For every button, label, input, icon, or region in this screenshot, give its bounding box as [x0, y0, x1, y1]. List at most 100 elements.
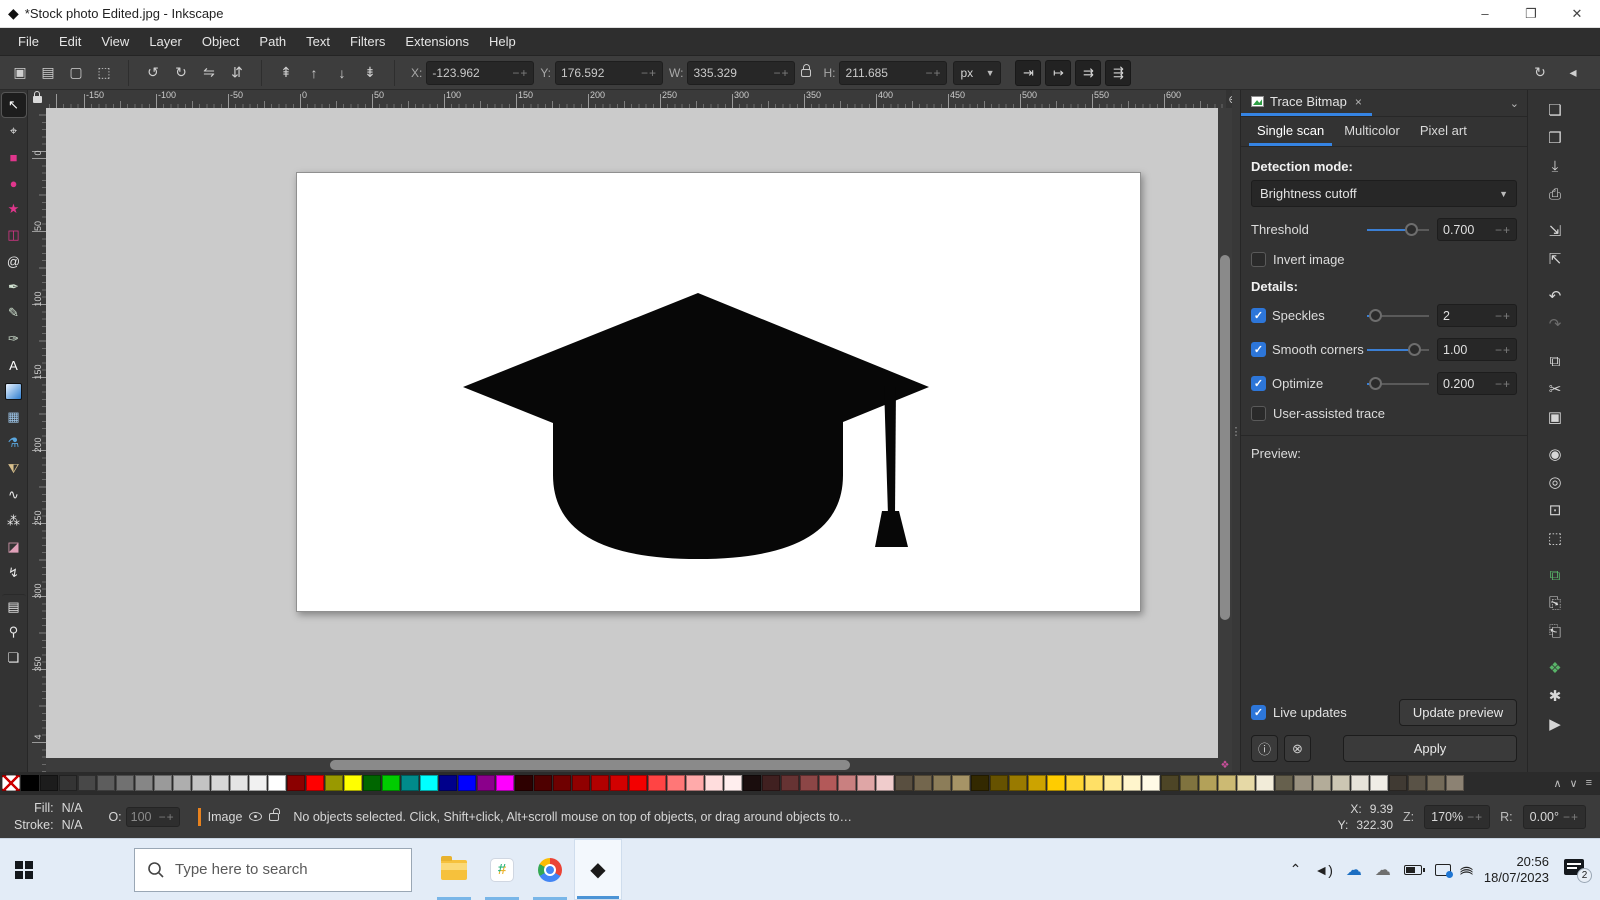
swatch-none[interactable]	[2, 775, 20, 791]
h-field[interactable]: 211.685 −+	[839, 61, 947, 85]
color-swatch[interactable]	[1427, 775, 1445, 791]
snap-toggle-icon[interactable]: ↻	[1527, 60, 1553, 86]
color-swatch[interactable]	[458, 775, 476, 791]
measure-tool[interactable]: ▤	[2, 594, 26, 618]
mesh-gradient-tool[interactable]: ▦	[2, 405, 26, 429]
taskbar-chrome[interactable]	[526, 839, 574, 900]
live-updates-checkbox[interactable]: ✓	[1251, 705, 1266, 720]
optimize-slider[interactable]	[1367, 377, 1429, 391]
color-swatch[interactable]	[534, 775, 552, 791]
pen-tool[interactable]: ✒	[2, 275, 26, 299]
color-swatch[interactable]	[705, 775, 723, 791]
raise-icon[interactable]: ↑	[301, 60, 327, 86]
color-swatch[interactable]	[154, 775, 172, 791]
lower-icon[interactable]: ↓	[329, 60, 355, 86]
rotate-cw-icon[interactable]: ↻	[168, 60, 194, 86]
color-swatch[interactable]	[857, 775, 875, 791]
color-swatch[interactable]	[420, 775, 438, 791]
ruler-lock-icon[interactable]	[28, 90, 46, 108]
node-tool[interactable]: ⌖	[2, 119, 26, 143]
color-swatch[interactable]	[1332, 775, 1350, 791]
color-swatch[interactable]	[971, 775, 989, 791]
vertical-ruler[interactable]: 0501001502002503003504	[28, 108, 46, 772]
color-swatch[interactable]	[116, 775, 134, 791]
notification-center-icon[interactable]: 2	[1562, 859, 1588, 881]
copy-icon[interactable]: ⧉	[1542, 348, 1568, 374]
color-swatch[interactable]	[743, 775, 761, 791]
symbols-icon[interactable]: ❖	[1542, 655, 1568, 681]
color-swatch[interactable]	[477, 775, 495, 791]
color-swatch[interactable]	[629, 775, 647, 791]
color-swatch[interactable]	[40, 775, 58, 791]
smooth-corners-spin-buttons[interactable]: −+	[1495, 343, 1511, 357]
star-tool[interactable]: ★	[2, 197, 26, 221]
color-swatch[interactable]	[496, 775, 514, 791]
update-preview-button[interactable]: Update preview	[1399, 699, 1517, 726]
layer-name[interactable]: Image	[208, 810, 243, 824]
eraser-tool[interactable]: ◪	[2, 535, 26, 559]
tweak-tool[interactable]: ∿	[2, 483, 26, 507]
selection-box-icon[interactable]: ⬚	[91, 60, 117, 86]
rotation-field[interactable]: 0.00° −+	[1523, 805, 1586, 829]
trace-bitmap-tab[interactable]: Trace Bitmap ×	[1241, 90, 1372, 116]
start-button[interactable]	[0, 839, 48, 900]
color-swatch[interactable]	[1446, 775, 1464, 791]
zoom-spin-buttons[interactable]: −+	[1467, 810, 1483, 824]
tab-multicolor[interactable]: Multicolor	[1336, 119, 1408, 146]
color-swatch[interactable]	[1294, 775, 1312, 791]
gradient-tool[interactable]	[2, 379, 26, 403]
volume-icon[interactable]: ◄)	[1314, 862, 1333, 878]
dock-resize-handle[interactable]: ⋮	[1232, 90, 1240, 772]
color-swatch[interactable]	[1180, 775, 1198, 791]
horizontal-scrollbar[interactable]	[46, 758, 1218, 772]
box3d-tool[interactable]: ◫	[2, 223, 26, 247]
color-swatch[interactable]	[249, 775, 267, 791]
color-swatch[interactable]	[1256, 775, 1274, 791]
color-swatch[interactable]	[306, 775, 324, 791]
text-tool[interactable]: A	[2, 353, 26, 377]
rectangle-tool[interactable]: ■	[2, 145, 26, 169]
color-swatch[interactable]	[135, 775, 153, 791]
color-swatch[interactable]	[648, 775, 666, 791]
scale-gradient-toggle[interactable]: ⇉	[1075, 60, 1101, 86]
speckles-checkbox[interactable]: ✓	[1251, 308, 1266, 323]
menu-help[interactable]: Help	[479, 28, 526, 55]
w-field[interactable]: 335.329 −+	[687, 61, 795, 85]
color-swatch[interactable]	[1047, 775, 1065, 791]
optimize-checkbox[interactable]: ✓	[1251, 376, 1266, 391]
tab-single-scan[interactable]: Single scan	[1249, 119, 1332, 146]
scale-stroke-toggle[interactable]: ⇥	[1015, 60, 1041, 86]
palette-scroll-down-icon[interactable]: ∨	[1570, 777, 1578, 790]
smooth-corners-checkbox[interactable]: ✓	[1251, 342, 1266, 357]
color-swatch[interactable]	[1275, 775, 1293, 791]
dock-chevron-down-icon[interactable]: ⌄	[1510, 97, 1519, 110]
cast-screen-icon[interactable]	[1435, 864, 1451, 876]
duplicate-icon[interactable]: ⧉	[1542, 562, 1568, 588]
color-swatch[interactable]	[382, 775, 400, 791]
speckles-slider[interactable]	[1367, 309, 1429, 323]
color-swatch[interactable]	[211, 775, 229, 791]
selector-tool[interactable]: ↖	[2, 93, 26, 117]
search-input[interactable]	[175, 861, 375, 878]
color-swatch[interactable]	[287, 775, 305, 791]
color-swatch[interactable]	[363, 775, 381, 791]
paste-icon[interactable]: ▣	[1542, 404, 1568, 430]
speckles-value-field[interactable]: 2 −+	[1437, 304, 1517, 327]
h-spin-buttons[interactable]: −+	[925, 66, 941, 80]
speckles-spin-buttons[interactable]: −+	[1495, 309, 1511, 323]
color-swatch[interactable]	[1009, 775, 1027, 791]
menu-edit[interactable]: Edit	[49, 28, 91, 55]
menu-extensions[interactable]: Extensions	[395, 28, 479, 55]
save-icon[interactable]: ⤓	[1542, 153, 1568, 179]
info-button[interactable]: ⓘ	[1251, 735, 1278, 762]
vertical-scrollbar-thumb[interactable]	[1220, 255, 1230, 620]
color-swatch[interactable]	[1123, 775, 1141, 791]
dropper-tool[interactable]: ⚗	[2, 431, 26, 455]
rotate-ccw-icon[interactable]: ↺	[140, 60, 166, 86]
color-swatch[interactable]	[686, 775, 704, 791]
menu-path[interactable]: Path	[249, 28, 296, 55]
color-swatch[interactable]	[1370, 775, 1388, 791]
x-field[interactable]: -123.962 −+	[426, 61, 534, 85]
color-swatch[interactable]	[990, 775, 1008, 791]
raise-to-top-icon[interactable]: ⇞	[273, 60, 299, 86]
